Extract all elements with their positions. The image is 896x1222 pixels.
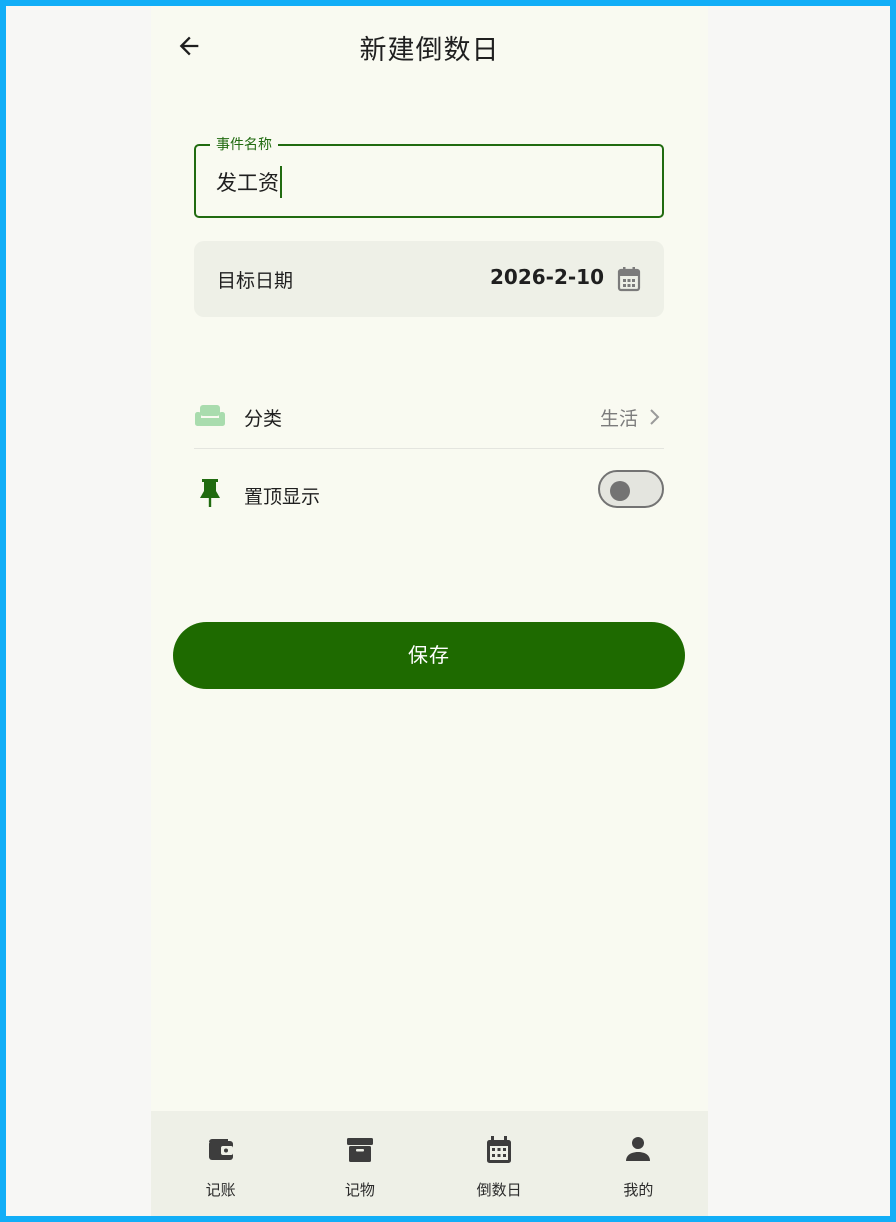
target-date-label: 目标日期 [217,270,294,292]
app-screen: 新建倒数日 事件名称 发工资 目标日期 2026-2-10 分类 生活 置顶显示… [151,6,708,1216]
pin-toggle[interactable] [598,470,664,508]
nav-label-countdown: 倒数日 [476,1181,522,1199]
event-name-label: 事件名称 [210,134,278,154]
event-name-field[interactable]: 事件名称 发工资 [194,134,664,218]
category-row[interactable]: 分类 生活 [194,384,664,449]
category-label: 分类 [244,408,283,430]
toggle-knob [610,481,630,501]
nav-item-countdown[interactable]: 倒数日 [430,1111,569,1216]
pin-label: 置顶显示 [244,486,321,508]
wallet-icon [208,1139,233,1160]
page-title: 新建倒数日 [359,35,500,66]
bottom-nav: 记账 记物 倒数日 我的 [151,1111,708,1216]
target-date-field[interactable]: 目标日期 2026-2-10 [194,241,664,317]
sofa-icon [195,405,225,426]
nav-label-items: 记物 [344,1181,375,1199]
nav-item-bookkeeping[interactable]: 记账 [151,1111,290,1216]
target-date-value: 2026-2-10 [489,265,604,289]
nav-label-profile: 我的 [623,1181,654,1199]
archive-box-icon [346,1138,373,1162]
nav-item-profile[interactable]: 我的 [569,1111,708,1216]
calendar-icon[interactable] [617,266,641,292]
chevron-right-icon [650,409,660,425]
calendar-icon [487,1136,512,1163]
pin-row: 置顶显示 [194,462,664,526]
nav-label-bookkeeping: 记账 [205,1181,236,1199]
person-icon [626,1137,651,1161]
event-name-value[interactable]: 发工资 [216,167,279,197]
text-caret [280,166,282,198]
nav-item-items[interactable]: 记物 [290,1111,429,1216]
category-value: 生活 [599,408,638,430]
save-button[interactable]: 保存 [173,622,685,689]
pin-icon [200,479,220,507]
